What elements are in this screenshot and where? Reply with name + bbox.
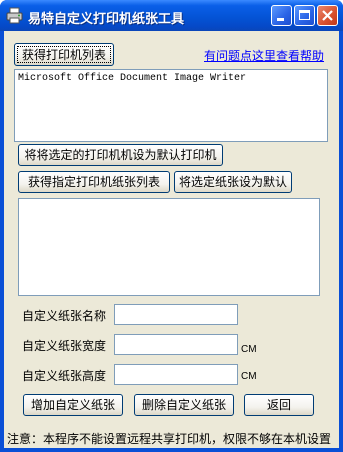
get-paper-list-button[interactable]: 获得指定打印机纸张列表 <box>18 171 170 193</box>
delete-paper-button[interactable]: 删除自定义纸张 <box>134 394 234 416</box>
paper-height-input[interactable] <box>114 364 238 385</box>
paper-name-label: 自定义纸张名称 <box>22 309 107 323</box>
maximize-button[interactable] <box>294 5 315 26</box>
paper-listbox[interactable] <box>18 198 320 296</box>
help-link[interactable]: 有问题点这里查看帮助 <box>204 47 324 64</box>
maximize-icon <box>299 10 310 20</box>
list-item[interactable]: Microsoft Office Document Image Writer <box>18 73 246 84</box>
back-button[interactable]: 返回 <box>244 394 314 416</box>
dialog-body: 获得打印机列表 有问题点这里查看帮助 Microsoft Office Docu… <box>4 31 339 448</box>
get-printer-list-button[interactable]: 获得打印机列表 <box>14 43 114 66</box>
printer-listbox[interactable]: Microsoft Office Document Image Writer <box>14 69 328 142</box>
height-unit: CM <box>241 371 257 382</box>
app-window: 易特自定义打印机纸张工具 获得打印机列表 有问题点这里查看帮助 Microsof… <box>0 0 343 452</box>
add-paper-button[interactable]: 增加自定义纸张 <box>23 394 123 416</box>
close-icon <box>322 10 333 21</box>
paper-width-label: 自定义纸张宽度 <box>22 339 107 353</box>
minimize-icon <box>277 18 284 21</box>
printer-icon <box>6 7 23 24</box>
paper-name-input[interactable] <box>114 304 238 325</box>
set-default-printer-button[interactable]: 将将选定的打印机机设为默认打印机 <box>18 144 223 166</box>
title-bar[interactable]: 易特自定义打印机纸张工具 <box>0 0 343 31</box>
paper-width-input[interactable] <box>114 334 238 355</box>
close-button[interactable] <box>317 5 338 26</box>
set-default-paper-button[interactable]: 将选定纸张设为默认 <box>174 171 292 193</box>
minimize-button[interactable] <box>271 5 292 26</box>
width-unit: CM <box>241 344 257 355</box>
footer-note: 注意：本程序不能设置远程共享打印机，权限不够在本机设置 <box>7 432 332 446</box>
paper-height-label: 自定义纸张高度 <box>22 369 107 383</box>
window-title: 易特自定义打印机纸张工具 <box>28 12 185 27</box>
